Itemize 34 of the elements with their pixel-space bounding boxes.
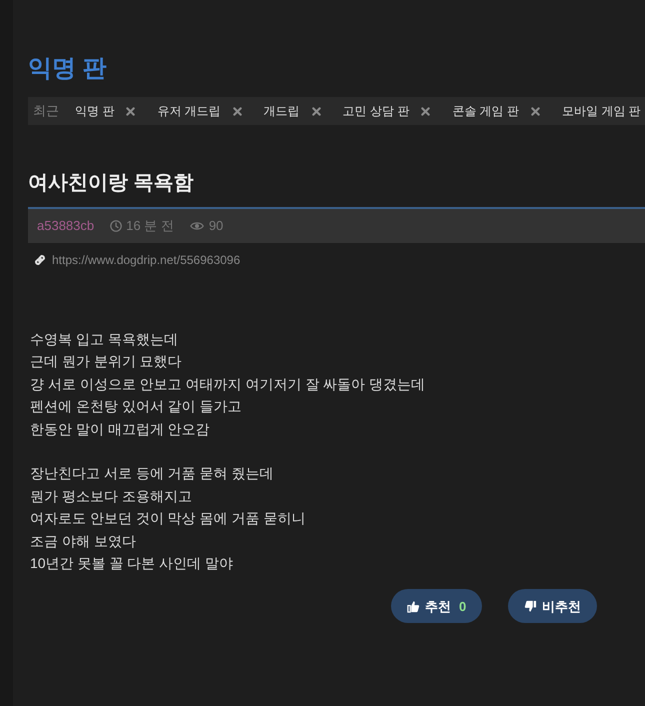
body-text-line: 펜션에 온천탕 있어서 같이 들가고 xyxy=(30,397,243,416)
post-title: 여사친이랑 목욕함 xyxy=(28,171,195,196)
close-icon[interactable] xyxy=(126,106,136,116)
body-text-line: 걍 서로 이성으로 안보고 여태까지 여기저기 잘 싸돌아 댕겼는데 xyxy=(30,374,426,394)
post-url[interactable]: https://www.dogdrip.net/556963096 xyxy=(52,251,240,269)
close-icon[interactable] xyxy=(531,106,540,116)
body-text-line: 여자로도 안보던 것이 막상 몸에 거품 묻히니 xyxy=(30,509,306,528)
recent-board-link[interactable]: 콘솔 게임 판 xyxy=(452,102,520,120)
clock-icon xyxy=(110,220,122,232)
thumbs-up-icon xyxy=(407,600,420,613)
body-text-line: 한동안 말이 매끄럽게 안오감 xyxy=(30,420,211,439)
recent-board-link[interactable]: 익명 판 xyxy=(75,102,114,120)
link-icon xyxy=(33,253,47,267)
close-icon[interactable] xyxy=(421,106,430,116)
board-title[interactable]: 익명 판 xyxy=(28,52,645,86)
body-text-line: 조금 야해 보였다 xyxy=(30,532,137,551)
close-icon[interactable] xyxy=(312,106,321,116)
body-text-line: 10년간 못볼 꼴 다본 사인데 말야 xyxy=(30,554,234,574)
thumbs-down-icon xyxy=(524,600,538,613)
close-icon[interactable] xyxy=(232,106,242,116)
view-count: 90 xyxy=(208,217,224,236)
post-time: 16 분 전 xyxy=(126,217,174,236)
recent-label: 최근 xyxy=(33,102,59,120)
body-text-line: 뭔가 평소보다 조용해지고 xyxy=(30,486,193,506)
eye-icon xyxy=(190,221,204,231)
dislike-button[interactable]: 비추천 xyxy=(508,589,598,624)
body-text-line: 근데 뭔가 분위기 묘했다 xyxy=(30,352,183,372)
like-button[interactable]: 추천 0 xyxy=(391,589,482,624)
recent-board-link[interactable]: 고민 상담 판 xyxy=(342,102,410,120)
recent-board-link[interactable]: 유저 개드립 xyxy=(157,102,221,120)
recent-board-link[interactable]: 모바일 게임 판 xyxy=(562,102,641,120)
body-text-line: 수영복 입고 목욕했는데 xyxy=(30,330,179,349)
body-text-line: 장난친다고 서로 등에 거품 묻혀 줬는데 xyxy=(30,464,274,484)
recent-board-link[interactable]: 개드립 xyxy=(264,102,300,120)
